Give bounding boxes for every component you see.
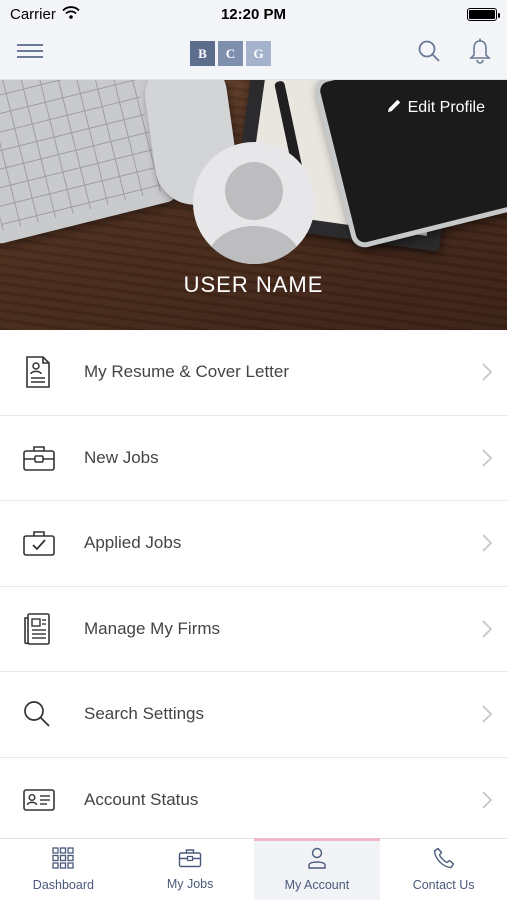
menu-item-resume[interactable]: My Resume & Cover Letter [0, 330, 507, 416]
chevron-right-icon [467, 363, 507, 381]
menu-item-applied-jobs[interactable]: Applied Jobs [0, 501, 507, 587]
status-left: Carrier [10, 6, 80, 23]
menu-item-manage-firms[interactable]: Manage My Firms [0, 586, 507, 672]
briefcase-icon [178, 848, 202, 871]
user-name: USER NAME [183, 272, 324, 297]
wifi-icon [62, 5, 80, 23]
tab-label: My Account [284, 878, 350, 892]
edit-profile-label: Edit Profile [407, 99, 485, 116]
nav-bar: B C G [0, 28, 507, 80]
tab-contact-us[interactable]: Contact Us [380, 839, 507, 900]
bcg-logo: B C G [190, 41, 271, 66]
newspaper-icon [0, 612, 84, 646]
tab-my-account[interactable]: My Account [253, 838, 381, 900]
tab-my-jobs[interactable]: My Jobs [127, 839, 254, 900]
search-icon [0, 699, 84, 729]
carrier-label: Carrier [10, 5, 56, 23]
id-card-icon [0, 788, 84, 812]
tab-bar: Dashboard My Jobs My Account Contact Us [0, 838, 507, 900]
account-menu: My Resume & Cover Letter New Jobs Applie… [0, 330, 507, 843]
person-icon [307, 847, 327, 872]
search-icon[interactable] [417, 39, 441, 68]
resume-icon [0, 355, 84, 389]
chevron-right-icon [467, 705, 507, 723]
chevron-right-icon [467, 449, 507, 467]
menu-item-new-jobs[interactable]: New Jobs [0, 415, 507, 501]
tab-label: Dashboard [32, 878, 94, 892]
menu-item-label: My Resume & Cover Letter [84, 362, 290, 382]
profile-header: Edit Profile USER NAME [0, 80, 507, 330]
nav-actions [417, 38, 491, 69]
bell-icon[interactable] [469, 38, 491, 69]
menu-item-account-status[interactable]: Account Status [0, 757, 507, 843]
briefcase-icon [0, 444, 84, 472]
edit-profile-button[interactable]: Edit Profile [387, 98, 485, 118]
briefcase-check-icon [0, 529, 84, 557]
pencil-icon [387, 98, 402, 118]
battery-fill [469, 9, 495, 19]
menu-item-label: Account Status [84, 789, 199, 809]
menu-item-label: Manage My Firms [84, 618, 221, 638]
status-bar: Carrier 12:20 PM [0, 0, 507, 28]
logo-letter-c: C [218, 41, 243, 66]
phone-icon [433, 847, 455, 872]
battery-icon [467, 7, 500, 21]
tab-dashboard[interactable]: Dashboard [0, 839, 127, 900]
logo-letter-g: G [246, 41, 271, 66]
default-avatar-icon[interactable] [193, 142, 315, 264]
menu-item-label: New Jobs [84, 447, 159, 467]
logo-letter-b: B [190, 41, 215, 66]
grid-icon [52, 847, 75, 872]
menu-item-label: Search Settings [84, 704, 205, 724]
chevron-right-icon [467, 791, 507, 809]
tab-label: My Jobs [166, 877, 214, 891]
tab-label: Contact Us [412, 878, 475, 892]
menu-item-label: Applied Jobs [84, 533, 182, 553]
chevron-right-icon [467, 534, 507, 552]
chevron-right-icon [467, 620, 507, 638]
menu-item-search-settings[interactable]: Search Settings [0, 672, 507, 758]
hamburger-icon[interactable] [16, 43, 44, 64]
